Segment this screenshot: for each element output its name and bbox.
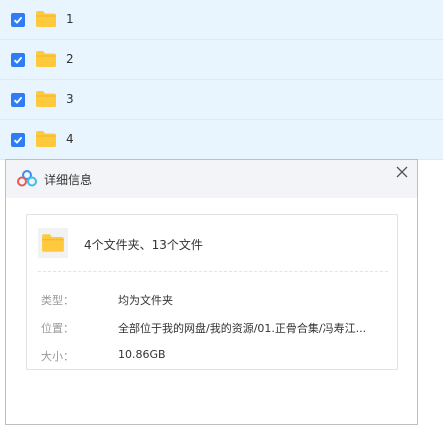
detail-row-type: 类型： 均为文件夹 (41, 292, 391, 308)
checkbox[interactable] (11, 93, 25, 107)
detail-row-size: 大小： 10.86GB (41, 348, 391, 364)
list-item[interactable]: 3 (0, 80, 443, 120)
detail-label: 位置： (41, 322, 74, 335)
folder-icon (36, 91, 56, 107)
baidu-netdisk-logo-icon (17, 170, 37, 187)
folder-icon (36, 51, 56, 67)
file-name[interactable]: 2 (66, 52, 74, 66)
file-name[interactable]: 1 (66, 12, 74, 26)
list-item[interactable]: 2 (0, 40, 443, 80)
divider (38, 271, 388, 272)
detail-row-location: 位置： 全部位于我的网盘/我的资源/01.正骨合集/冯寿江... (41, 320, 391, 336)
checkbox[interactable] (11, 53, 25, 67)
detail-label: 大小： (41, 350, 74, 363)
detail-value: 10.86GB (118, 348, 166, 361)
folder-thumbnail (38, 228, 68, 258)
checkbox[interactable] (11, 13, 25, 27)
details-card: 4个文件夹、13个文件 类型： 均为文件夹 位置： 全部位于我的网盘/我的资源/… (26, 214, 398, 370)
dialog-title: 详细信息 (44, 173, 93, 187)
folder-icon (42, 234, 64, 252)
details-dialog: 详细信息 4个文件夹、13个文件 类型： 均为文件夹 位置： 全部位于我的网盘/… (5, 159, 418, 425)
close-icon[interactable] (395, 165, 409, 179)
list-item[interactable]: 1 (0, 0, 443, 40)
dialog-header: 详细信息 (6, 160, 417, 198)
selection-summary: 4个文件夹、13个文件 (84, 238, 203, 252)
detail-value: 均为文件夹 (118, 294, 173, 307)
detail-label: 类型： (41, 294, 74, 307)
file-name[interactable]: 3 (66, 92, 74, 106)
detail-value: 全部位于我的网盘/我的资源/01.正骨合集/冯寿江... (118, 322, 367, 335)
folder-icon (36, 131, 56, 147)
list-item[interactable]: 4 (0, 120, 443, 160)
folder-icon (36, 11, 56, 27)
file-name[interactable]: 4 (66, 132, 74, 146)
checkbox[interactable] (11, 133, 25, 147)
